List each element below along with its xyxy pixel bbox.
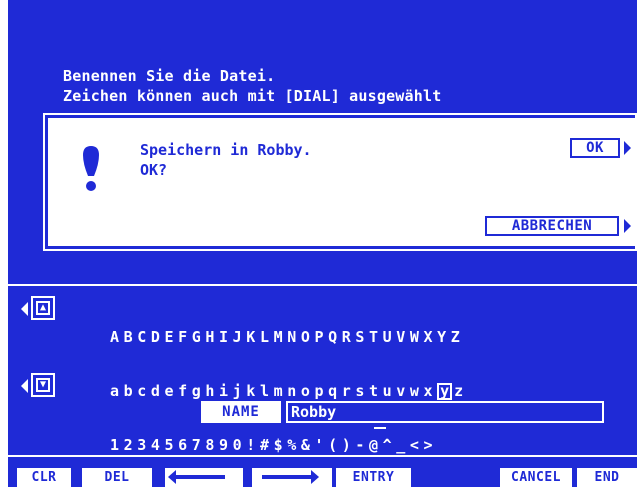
divider-top bbox=[8, 284, 637, 286]
exclamation-icon bbox=[83, 146, 99, 191]
cursor-right-button[interactable] bbox=[252, 468, 332, 487]
page-down-button[interactable]: ▼ bbox=[21, 373, 55, 399]
lowercase-chars-end[interactable]: z bbox=[454, 382, 468, 400]
left-arrow-icon bbox=[168, 470, 225, 484]
dialog-message-line-2: OK? bbox=[140, 161, 168, 179]
dialog-body: Speichern in Robby. OK? OK ABBRECHEN bbox=[48, 118, 637, 246]
lowercase-row[interactable]: abcdefghijklmnopqrstuvwx y z bbox=[110, 382, 468, 400]
lowercase-chars[interactable]: abcdefghijklmnopqrstuvwx bbox=[110, 382, 437, 400]
page-up-button[interactable]: ▲ bbox=[21, 296, 55, 322]
left-pointer-icon bbox=[21, 379, 28, 393]
dialog-message-line-1: Speichern in Robby. bbox=[140, 141, 312, 159]
page-down-icon: ▼ bbox=[36, 378, 50, 392]
right-arrow-icon bbox=[262, 470, 319, 484]
ok-arrow-icon bbox=[624, 141, 631, 155]
ok-button[interactable]: OK bbox=[570, 138, 620, 158]
function-key-bar: CLR DEL ENTRY CANCEL END bbox=[0, 468, 637, 487]
page-up-icon: ▲ bbox=[36, 301, 50, 315]
del-button[interactable]: DEL bbox=[82, 468, 152, 487]
abbrechen-arrow-icon bbox=[624, 219, 631, 233]
instruction-line-1: Benennen Sie die Datei. bbox=[63, 67, 276, 85]
instruction-text: Benennen Sie die Datei. Zeichen können au… bbox=[63, 66, 441, 106]
selected-character[interactable]: y bbox=[437, 383, 453, 400]
entry-button[interactable]: ENTRY bbox=[336, 468, 411, 487]
name-label: NAME bbox=[201, 401, 281, 423]
end-button[interactable]: END bbox=[577, 468, 637, 487]
text-cursor bbox=[374, 427, 386, 429]
name-input[interactable]: Robby bbox=[286, 401, 604, 429]
name-value[interactable]: Robby bbox=[291, 403, 336, 421]
lcd-screen: Benennen Sie die Datei. Zeichen können au… bbox=[8, 0, 637, 487]
clr-button[interactable]: CLR bbox=[17, 468, 71, 487]
dialog-message: Speichern in Robby. OK? bbox=[140, 140, 312, 180]
cancel-button[interactable]: CANCEL bbox=[500, 468, 572, 487]
left-pointer-icon bbox=[21, 302, 28, 316]
number-symbol-row[interactable]: 1234567890!#$%&'()-@^_<> bbox=[110, 436, 468, 454]
cursor-left-button[interactable] bbox=[165, 468, 243, 487]
character-grid[interactable]: ABCDEFGHIJKLMNOPQRSTUVWXYZ abcdefghijklm… bbox=[110, 292, 468, 487]
instruction-line-2: Zeichen können auch mit [DIAL] ausgewähl… bbox=[63, 87, 442, 105]
save-dialog: Speichern in Robby. OK? OK ABBRECHEN bbox=[43, 113, 637, 251]
abbrechen-button[interactable]: ABBRECHEN bbox=[485, 216, 619, 236]
divider-bottom bbox=[8, 455, 637, 457]
uppercase-row[interactable]: ABCDEFGHIJKLMNOPQRSTUVWXYZ bbox=[110, 328, 468, 346]
